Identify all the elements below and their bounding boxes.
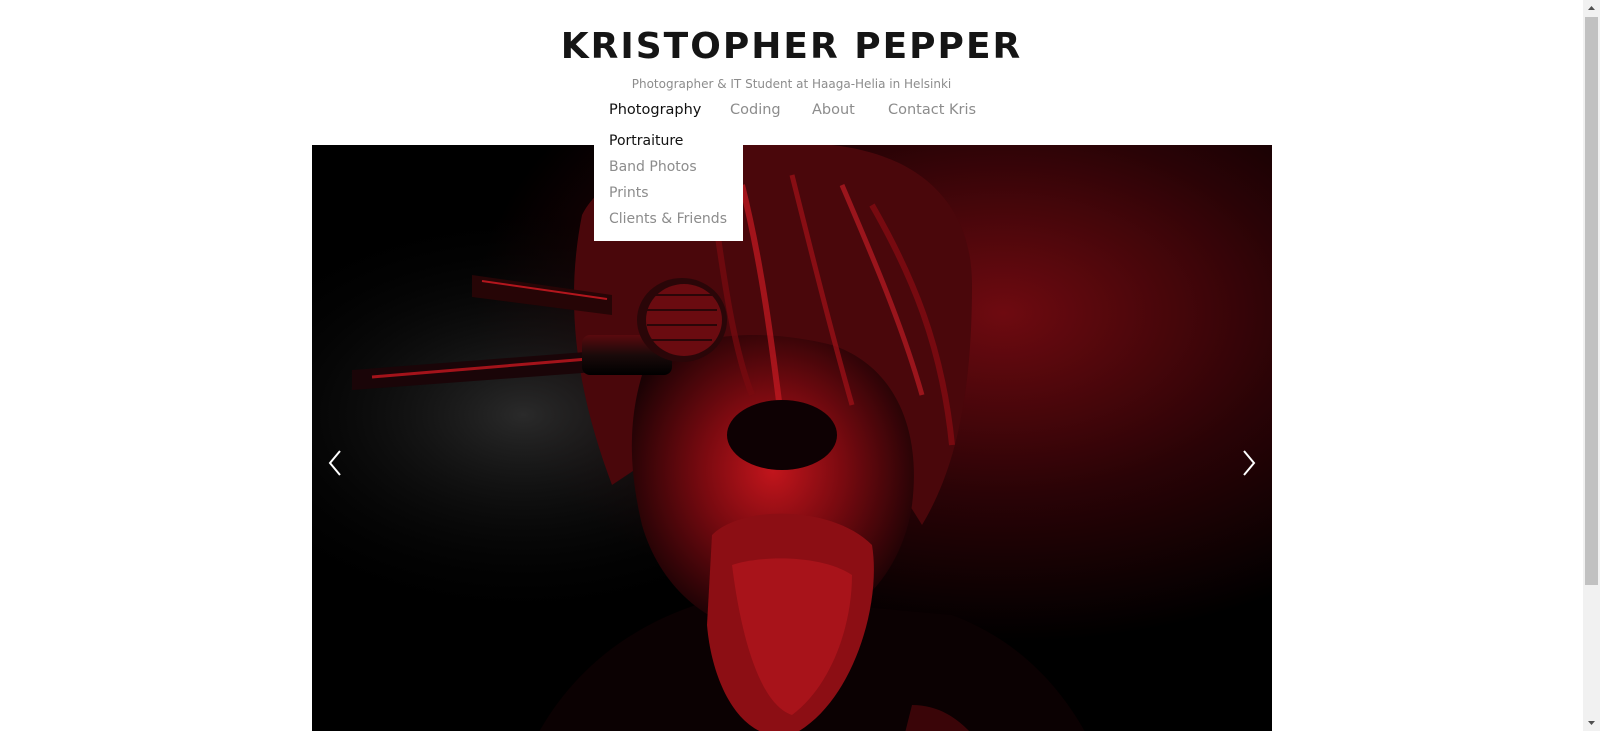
nav-item-coding[interactable]: Coding [730, 102, 781, 118]
page: KRISTOPHER PEPPER Photographer & IT Stud… [0, 0, 1583, 731]
dropdown-item-band-photos[interactable]: Band Photos [609, 159, 697, 175]
nav-item-photography[interactable]: Photography [609, 102, 701, 118]
triangle-down-icon [1588, 721, 1595, 725]
dropdown-item-portraiture[interactable]: Portraiture [609, 133, 683, 149]
dropdown-item-prints[interactable]: Prints [609, 185, 649, 201]
photography-dropdown-menu: Portraiture Band Photos Prints Clients &… [594, 128, 743, 241]
page-scrollbar[interactable] [1583, 0, 1600, 731]
nav-item-contact-kris[interactable]: Contact Kris [888, 102, 976, 118]
photo-slideshow [312, 145, 1272, 731]
slideshow-next-button[interactable] [1234, 443, 1264, 483]
slideshow-prev-button[interactable] [320, 443, 350, 483]
chevron-left-icon [328, 450, 341, 476]
slideshow-photo [312, 145, 1272, 731]
nav-item-about[interactable]: About [812, 102, 855, 118]
scroll-up-arrow[interactable] [1583, 0, 1600, 17]
site-tagline: Photographer & IT Student at Haaga-Helia… [631, 77, 952, 91]
site-title[interactable]: KRISTOPHER PEPPER [0, 26, 1583, 67]
main-nav: Photography Coding About Contact Kris [0, 102, 1583, 124]
triangle-up-icon [1588, 6, 1595, 10]
scrollbar-thumb[interactable] [1585, 17, 1598, 585]
dropdown-item-clients-friends[interactable]: Clients & Friends [609, 211, 727, 227]
chevron-right-icon [1243, 450, 1256, 476]
scroll-down-arrow[interactable] [1583, 714, 1600, 731]
